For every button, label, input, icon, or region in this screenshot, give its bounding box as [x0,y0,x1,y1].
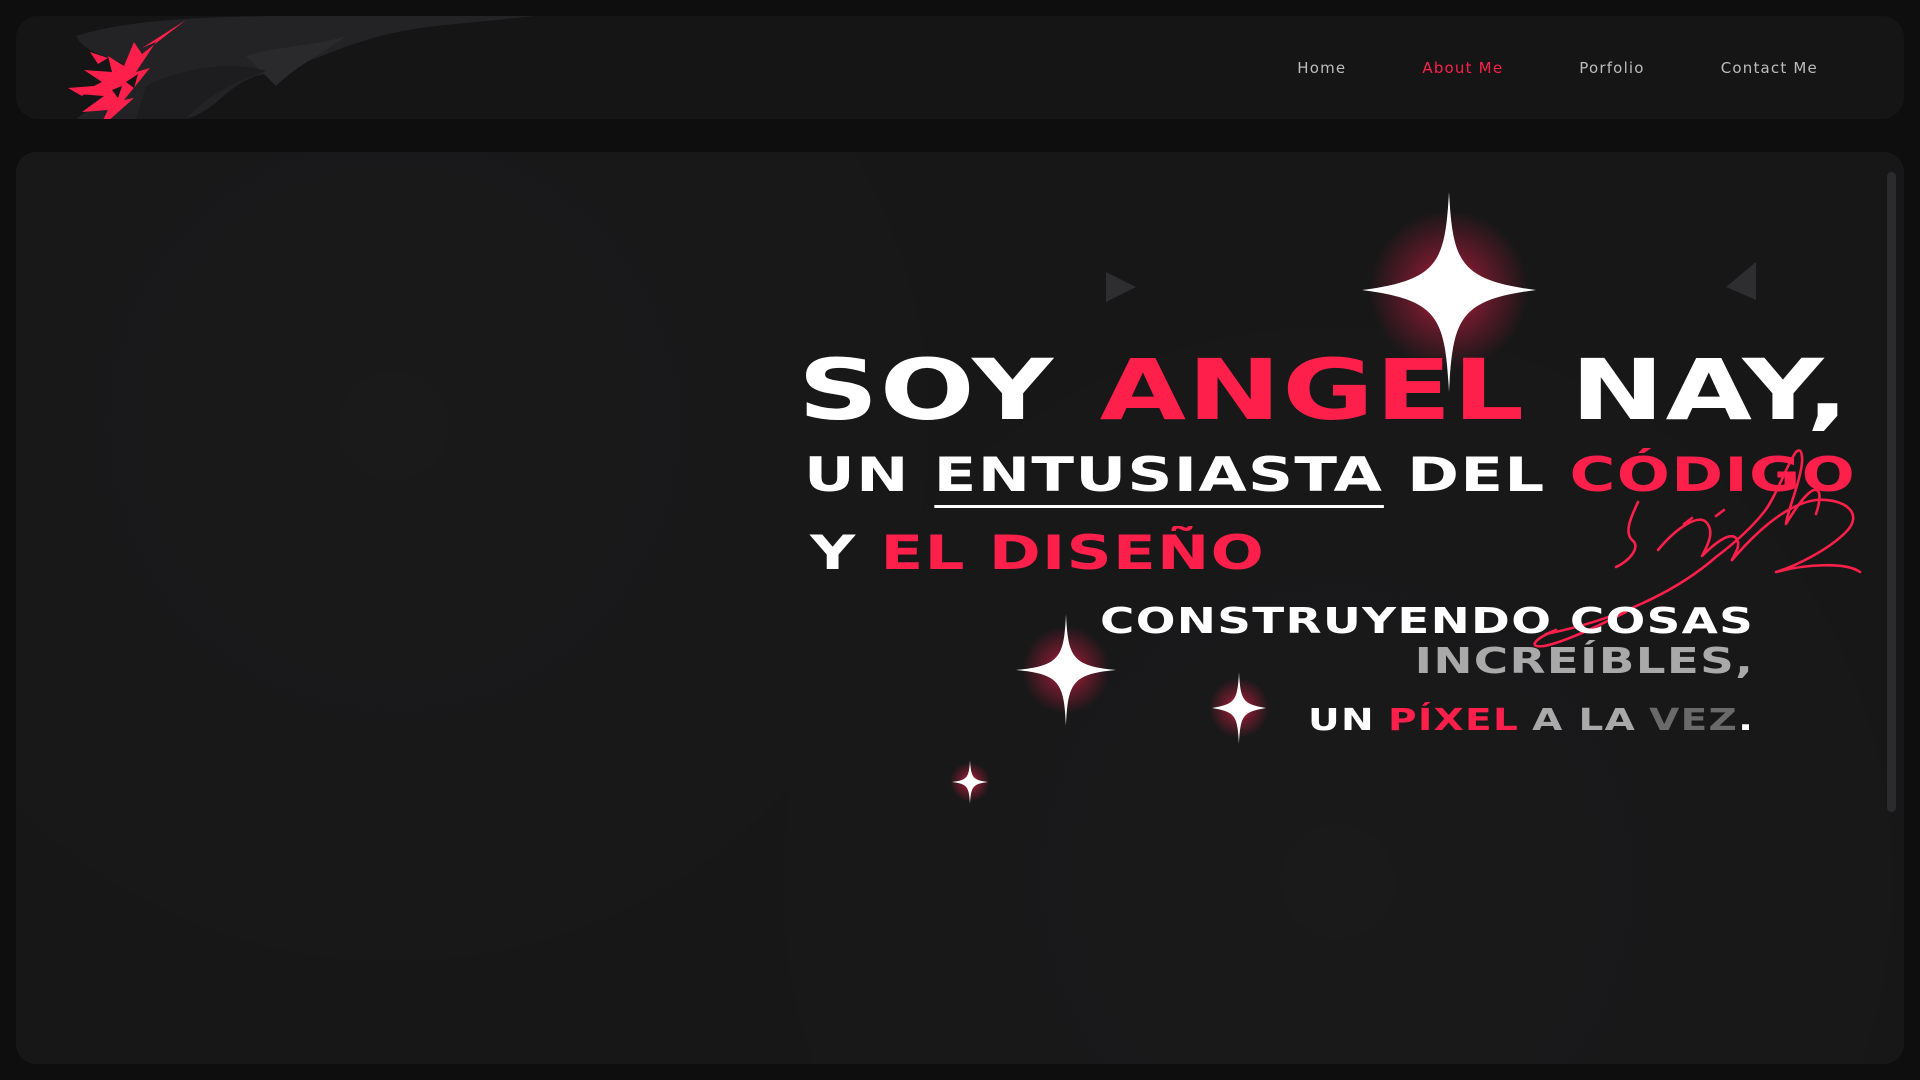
hero-un: UN [804,448,910,503]
hero-entusiasta: ENTUSIASTA [933,448,1384,508]
top-navbar: Home About Me Porfolio Contact Me [16,16,1904,119]
hero-codigo: CÓDIGO [1569,448,1857,503]
hero-line-6: UN PÍXEL A LA VEZ. [1308,706,1754,736]
hero-name: ANGEL [1099,341,1526,439]
hero-line-1: SOY ANGEL NAY, [798,348,1850,432]
hero-line-2: UN ENTUSIASTA DEL CÓDIGO [804,448,1856,508]
hero-increibles: INCREÍBLES, [1414,641,1754,682]
hero-line-5: INCREÍBLES, [1414,644,1754,680]
sparkle-icon [950,760,990,804]
nav-portfolio[interactable]: Porfolio [1579,59,1644,77]
nav-contact-me[interactable]: Contact Me [1721,59,1818,77]
nav-home[interactable]: Home [1297,59,1346,77]
logo-mark[interactable] [38,16,198,119]
hero-el-diseno: EL DISEÑO [880,526,1266,581]
hero-soy: SOY [798,341,1055,439]
hero-line-3: Y EL DISEÑO [810,530,1265,577]
scrollbar[interactable] [1887,172,1896,812]
arrow-ornament [1106,262,1756,302]
hero-un-2: UN [1307,703,1375,738]
hero-del: DEL [1407,448,1546,503]
hero-y: Y [810,526,857,581]
hero-panel: SOY ANGEL NAY, UN ENTUSIASTA DEL CÓDIGO Y EL D… [16,152,1904,1064]
sparkle-icon [1209,672,1269,744]
hero-a-la: A LA [1531,703,1636,738]
hero-surname: NAY, [1570,341,1851,439]
hero-vez: VEZ [1648,703,1738,738]
main-nav: Home About Me Porfolio Contact Me [1221,16,1818,119]
nav-about-me[interactable]: About Me [1422,59,1503,77]
hero-pixel: PÍXEL [1387,703,1519,738]
hero-period: . [1737,703,1754,738]
hero-construyendo: CONSTRUYENDO COSAS [1099,601,1754,642]
hero-line-4: CONSTRUYENDO COSAS [1100,604,1754,640]
